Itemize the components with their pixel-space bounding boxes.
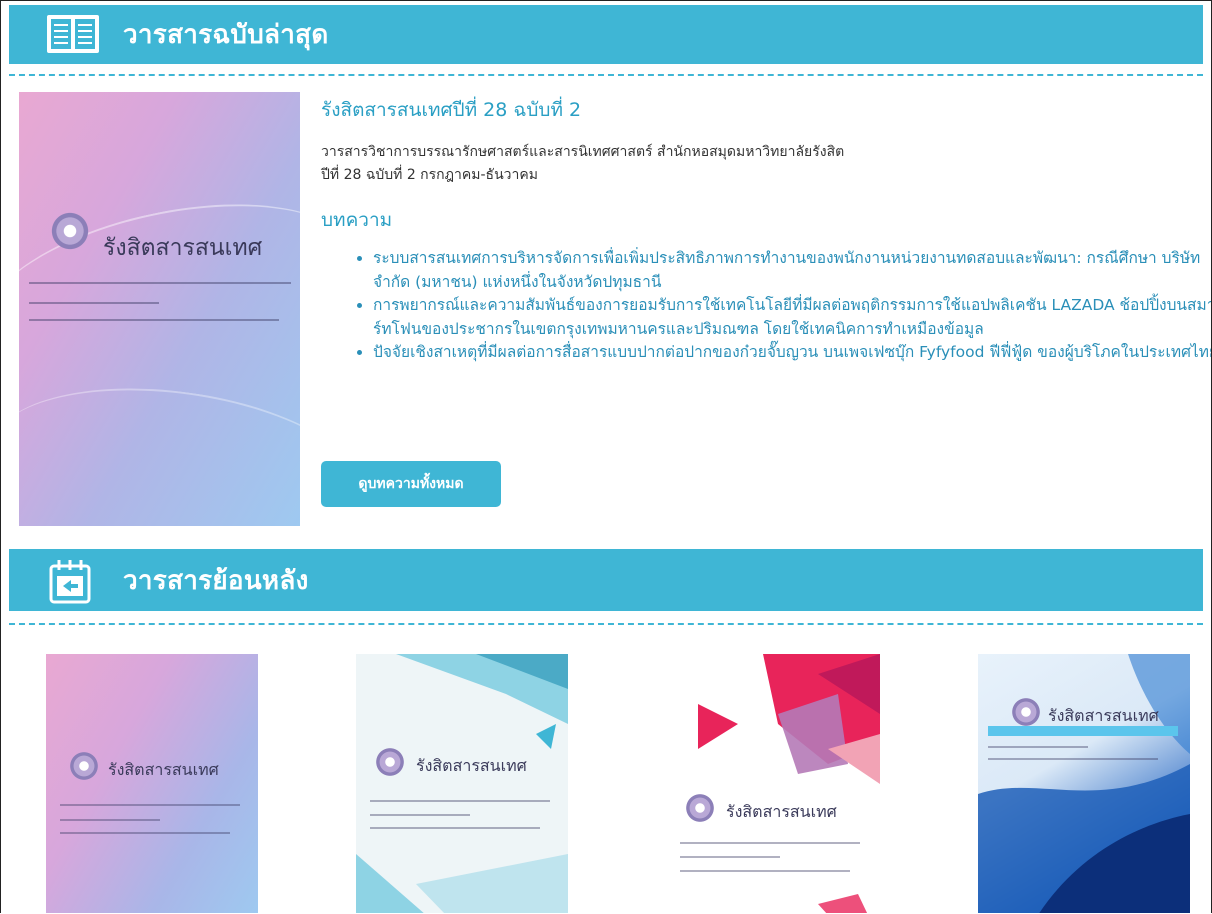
cover-title: รังสิตสารสนเทศ [103, 235, 263, 261]
article-link[interactable]: การพยากรณ์และความสัมพันธ์ของการยอมรับการ… [373, 294, 1211, 341]
articles-heading: บทความ [321, 209, 393, 231]
cover-text-line [29, 319, 279, 321]
calendar-back-icon [45, 556, 101, 604]
issue-desc-line2: ปีที่ 28 ฉบับที่ 2 กรกฎาคม-ธันวาคม [321, 167, 538, 183]
university-emblem-icon [68, 750, 100, 782]
issue-desc-line1: วารสารวิชาการบรรณารักษศาสตร์และสารนิเทศศ… [321, 144, 845, 160]
university-emblem-icon [49, 210, 91, 252]
latest-issue-title: วารสารฉบับล่าสุด [123, 20, 329, 50]
archive-header: วารสารย้อนหลัง [9, 549, 1203, 611]
cover-text-line [60, 832, 230, 834]
issue-title-link[interactable]: รังสิตสารสนเทศปีที่ 28 ฉบับที่ 2 [321, 95, 581, 125]
cover-text-line [370, 827, 540, 829]
cover-title: รังสิตสารสนเทศ [726, 802, 837, 821]
archive-title: วารสารย้อนหลัง [123, 565, 309, 596]
back-issue-cover[interactable]: รังสิตสารสนเทศ [356, 654, 568, 913]
back-issue-cover[interactable]: รังสิตสารสนเทศ [978, 654, 1190, 913]
latest-issue-cover[interactable]: รังสิตสารสนเทศ [19, 92, 300, 526]
cover-text-line [29, 282, 291, 284]
open-book-icon [45, 11, 101, 59]
cover-decoration [356, 654, 568, 913]
cover-decoration [19, 366, 300, 526]
issue-description: วารสารวิชาการบรรณารักษศาสตร์และสารนิเทศศ… [321, 141, 844, 187]
cover-text-line [370, 800, 550, 802]
page-frame: วารสารฉบับล่าสุด รังสิตสารสนเทศ รังสิตสา… [0, 0, 1212, 913]
article-list: ระบบสารสนเทศการบริหารจัดการเพื่อเพิ่มประ… [351, 247, 1211, 365]
cover-title: รังสิตสารสนเทศ [1048, 706, 1159, 725]
article-link[interactable]: ระบบสารสนเทศการบริหารจัดการเพื่อเพิ่มประ… [373, 247, 1211, 294]
cover-title: รังสิตสารสนเทศ [416, 756, 527, 775]
divider [9, 74, 1203, 76]
cover-text-line [370, 814, 470, 816]
latest-issue-header: วารสารฉบับล่าสุด [9, 5, 1203, 64]
cover-text-line [988, 746, 1088, 748]
cover-decoration [698, 654, 880, 913]
divider [9, 623, 1203, 625]
back-issue-cover[interactable]: รังสิตสารสนเทศ [46, 654, 258, 913]
cover-text-line [60, 804, 240, 806]
cover-text-line [29, 302, 159, 304]
university-emblem-icon [374, 746, 406, 778]
view-all-articles-button[interactable]: ดูบทความทั้งหมด [321, 461, 501, 507]
cover-text-line [60, 819, 160, 821]
cover-decoration [19, 174, 300, 412]
cover-decoration [978, 654, 1190, 913]
article-link[interactable]: ปัจจัยเชิงสาเหตุที่มีผลต่อการสื่อสารแบบป… [373, 341, 1211, 365]
cover-text-line [680, 842, 860, 844]
cover-text-line [680, 870, 850, 872]
cover-text-line [680, 856, 780, 858]
cover-title: รังสิตสารสนเทศ [108, 760, 219, 779]
university-emblem-icon [1010, 696, 1042, 728]
university-emblem-icon [684, 792, 716, 824]
back-issue-cover[interactable]: รังสิตสารสนเทศ [668, 654, 880, 913]
cover-text-line [988, 758, 1158, 760]
